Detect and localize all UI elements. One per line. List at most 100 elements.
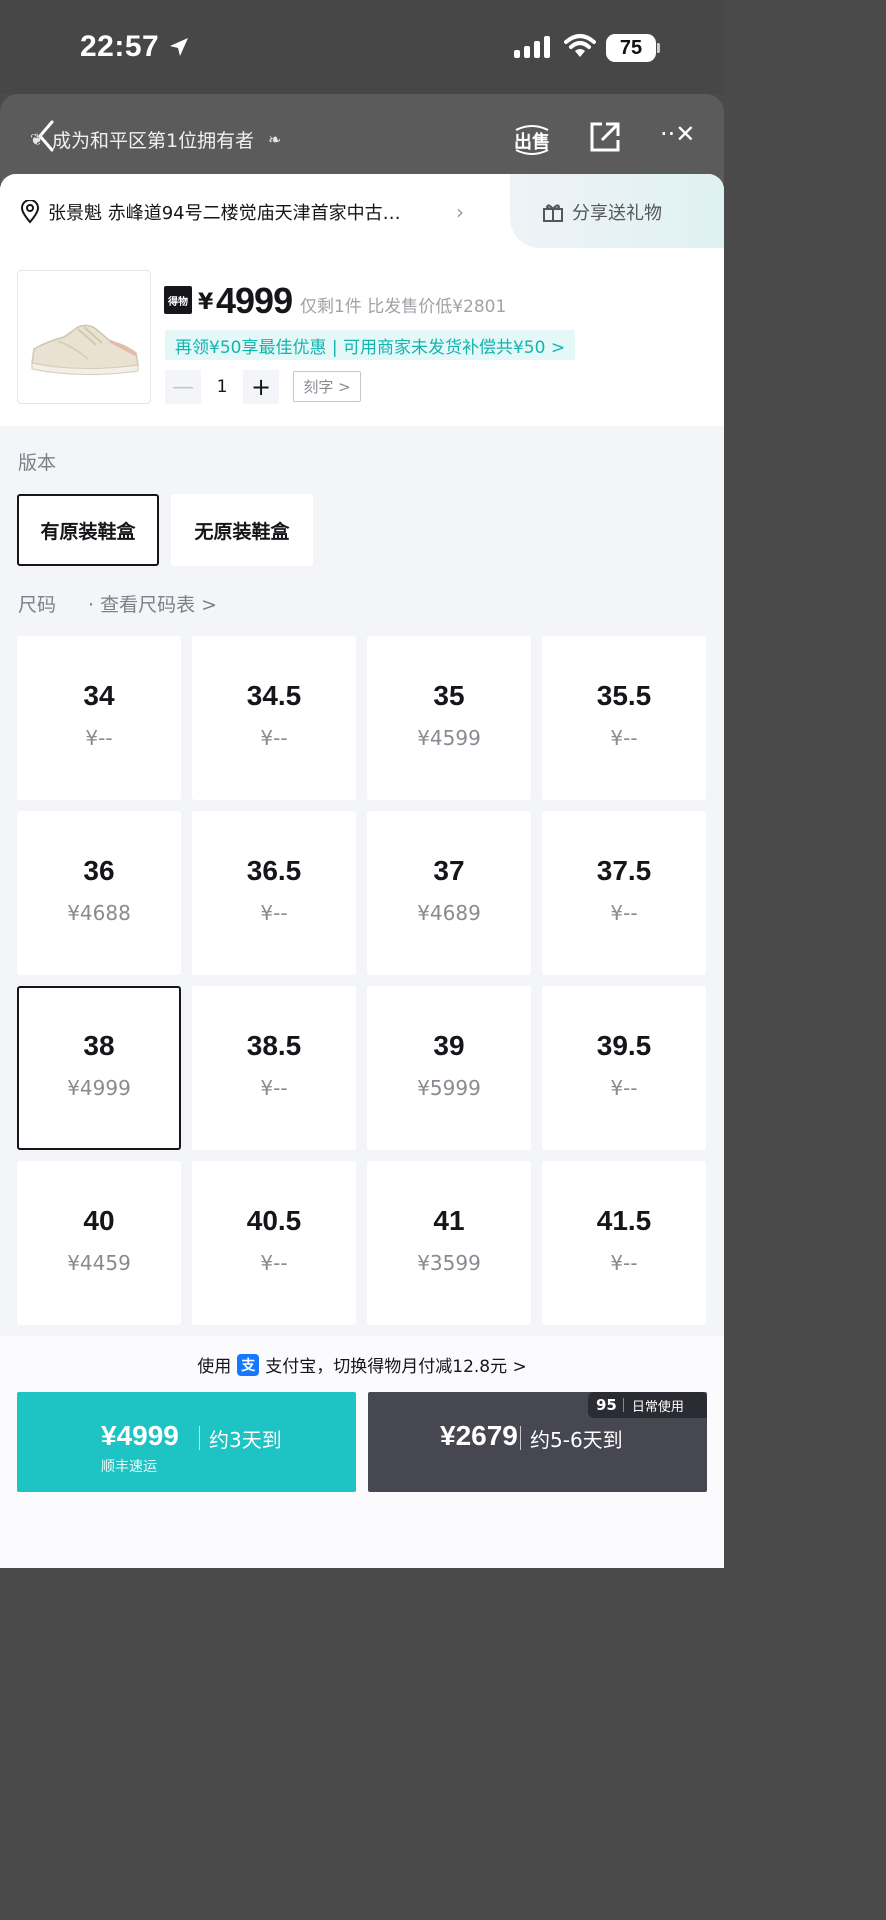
size-price: ¥4999 xyxy=(67,1076,131,1100)
sell-button[interactable]: 出售 xyxy=(512,122,552,158)
size-option-39-5[interactable]: 39.5 ¥-- xyxy=(542,986,706,1150)
size-option-40[interactable]: 40 ¥4459 xyxy=(17,1161,181,1325)
sell-label: 出售 xyxy=(514,132,550,153)
size-price: ¥-- xyxy=(260,901,288,925)
dewu-logo: 得物 xyxy=(164,286,192,314)
share-gift-label: 分享送礼物 xyxy=(572,203,662,224)
size-option-38[interactable]: 38 ¥4999 xyxy=(17,986,181,1150)
header-title: 成为和平区第1位拥有者 xyxy=(52,130,255,152)
stock-note: 仅剩1件 比发售价低¥2801 xyxy=(300,297,507,317)
daily-use-badge: 95 日常使用 xyxy=(588,1392,707,1418)
fast-carrier: 顺丰速运 xyxy=(101,1459,157,1475)
coupon-banner[interactable]: 再领¥50享最佳优惠 | 可用商家未发货补偿共¥50 > xyxy=(165,330,576,360)
top-header: ❦ 成为和平区第1位拥有者 ❧ 出售 ··✕ xyxy=(0,94,724,184)
laurel-left-icon: ❦ xyxy=(30,130,44,149)
size-price: ¥-- xyxy=(610,726,638,750)
size-price: ¥-- xyxy=(610,1076,638,1100)
size-value: 35 xyxy=(433,680,465,711)
fast-eta: 约3天到 xyxy=(209,1428,282,1452)
size-value: 35.5 xyxy=(596,680,652,711)
size-option-35-5[interactable]: 35.5 ¥-- xyxy=(542,636,706,800)
slow-price: ¥2679 xyxy=(440,1420,518,1451)
payment-line[interactable]: 使用 支 支付宝，切换得物月付减12.8元 > xyxy=(0,1352,724,1377)
payment-prefix: 使用 xyxy=(197,1357,232,1377)
size-value: 41 xyxy=(433,1205,465,1236)
alipay-icon: 支 xyxy=(237,1353,260,1376)
quantity-increase-button[interactable]: + xyxy=(243,370,279,404)
size-option-40-5[interactable]: 40.5 ¥-- xyxy=(192,1161,356,1325)
quantity-value: 1 xyxy=(216,377,228,397)
size-option-38-5[interactable]: 38.5 ¥-- xyxy=(192,986,356,1150)
size-price: ¥-- xyxy=(260,1076,288,1100)
bottom-bar: 使用 支 支付宝，切换得物月付减12.8元 > ¥4999 约3天到 顺丰速运 … xyxy=(0,1336,724,1568)
size-price: ¥-- xyxy=(85,726,113,750)
status-time: 22:57 xyxy=(80,30,160,63)
laurel-right-icon: ❧ xyxy=(268,130,282,149)
size-value: 41.5 xyxy=(596,1205,652,1236)
size-option-39[interactable]: 39 ¥5999 xyxy=(367,986,531,1150)
size-price: ¥-- xyxy=(610,1251,638,1275)
size-price: ¥4689 xyxy=(417,901,481,925)
size-value: 37.5 xyxy=(596,855,652,886)
version-label: 版本 xyxy=(18,452,57,474)
slow-eta: 约5-6天到 xyxy=(530,1428,623,1452)
badge-text: 日常使用 xyxy=(631,1399,684,1415)
chevron-right-icon: › xyxy=(456,200,464,224)
share-icon[interactable] xyxy=(588,120,622,154)
location-arrow-icon xyxy=(170,38,188,56)
size-value: 34 xyxy=(83,680,115,711)
size-price: ¥5999 xyxy=(417,1076,481,1100)
size-option-41-5[interactable]: 41.5 ¥-- xyxy=(542,1161,706,1325)
size-value: 38 xyxy=(83,1030,115,1061)
cellular-signal-icon xyxy=(514,36,550,58)
badge-95: 95 xyxy=(596,1396,617,1414)
buy-fast-button[interactable]: ¥4999 约3天到 顺丰速运 xyxy=(17,1392,356,1492)
size-option-41[interactable]: 41 ¥3599 xyxy=(367,1161,531,1325)
size-price: ¥-- xyxy=(260,1251,288,1275)
payment-text: 支付宝，切换得物月付减12.8元 > xyxy=(265,1357,527,1377)
size-option-34[interactable]: 34 ¥-- xyxy=(17,636,181,800)
size-option-36-5[interactable]: 36.5 ¥-- xyxy=(192,811,356,975)
size-price: ¥3599 xyxy=(417,1251,481,1275)
size-option-37[interactable]: 37 ¥4689 xyxy=(367,811,531,975)
size-price: ¥-- xyxy=(610,901,638,925)
fast-price: ¥4999 xyxy=(101,1420,179,1451)
address-text: 张景魁 赤峰道94号二楼觉庙天津首家中古… xyxy=(48,203,401,224)
share-gift-button[interactable]: 分享送礼物 xyxy=(510,174,724,248)
version-option-with-box[interactable]: 有原装鞋盒 xyxy=(17,494,159,566)
size-label: 尺码 xyxy=(18,594,57,616)
product-price: 4999 xyxy=(216,280,293,321)
product-thumbnail[interactable] xyxy=(17,270,151,404)
size-price: ¥4688 xyxy=(67,901,131,925)
currency-symbol: ¥ xyxy=(198,290,214,315)
battery-icon: 75 xyxy=(606,34,660,62)
address-bar[interactable]: 张景魁 赤峰道94号二楼觉庙天津首家中古… › 分享送礼物 xyxy=(0,174,724,248)
size-value: 36.5 xyxy=(246,855,302,886)
size-value: 39.5 xyxy=(596,1030,652,1061)
battery-level: 75 xyxy=(606,34,656,62)
size-option-36[interactable]: 36 ¥4688 xyxy=(17,811,181,975)
product-summary: 得物 ¥ 4999 仅剩1件 比发售价低¥2801 再领¥50享最佳优惠 | 可… xyxy=(0,248,724,426)
size-option-35[interactable]: 35 ¥4599 xyxy=(367,636,531,800)
version-option-no-box[interactable]: 无原装鞋盒 xyxy=(171,494,313,566)
size-option-37-5[interactable]: 37.5 ¥-- xyxy=(542,811,706,975)
sneaker-image xyxy=(31,324,139,376)
more-close-button[interactable]: ··✕ xyxy=(660,120,695,148)
purchase-sheet: 张景魁 赤峰道94号二楼觉庙天津首家中古… › 分享送礼物 得物 ¥ 4999 … xyxy=(0,174,724,1568)
quantity-decrease-button[interactable]: — xyxy=(165,370,201,404)
size-value: 39 xyxy=(433,1030,465,1061)
size-option-34-5[interactable]: 34.5 ¥-- xyxy=(192,636,356,800)
size-value: 37 xyxy=(433,855,465,886)
wifi-icon xyxy=(564,34,596,57)
size-price: ¥4599 xyxy=(417,726,481,750)
size-chart-link[interactable]: · 查看尺码表 > xyxy=(88,590,217,617)
engrave-button[interactable]: 刻字 > xyxy=(293,371,361,402)
size-value: 40.5 xyxy=(246,1205,302,1236)
size-value: 36 xyxy=(83,855,115,886)
location-pin-icon xyxy=(20,200,40,224)
size-value: 40 xyxy=(83,1205,115,1236)
size-value: 38.5 xyxy=(246,1030,302,1061)
size-price: ¥4459 xyxy=(67,1251,131,1275)
size-value: 34.5 xyxy=(246,680,302,711)
gift-icon xyxy=(543,204,563,222)
